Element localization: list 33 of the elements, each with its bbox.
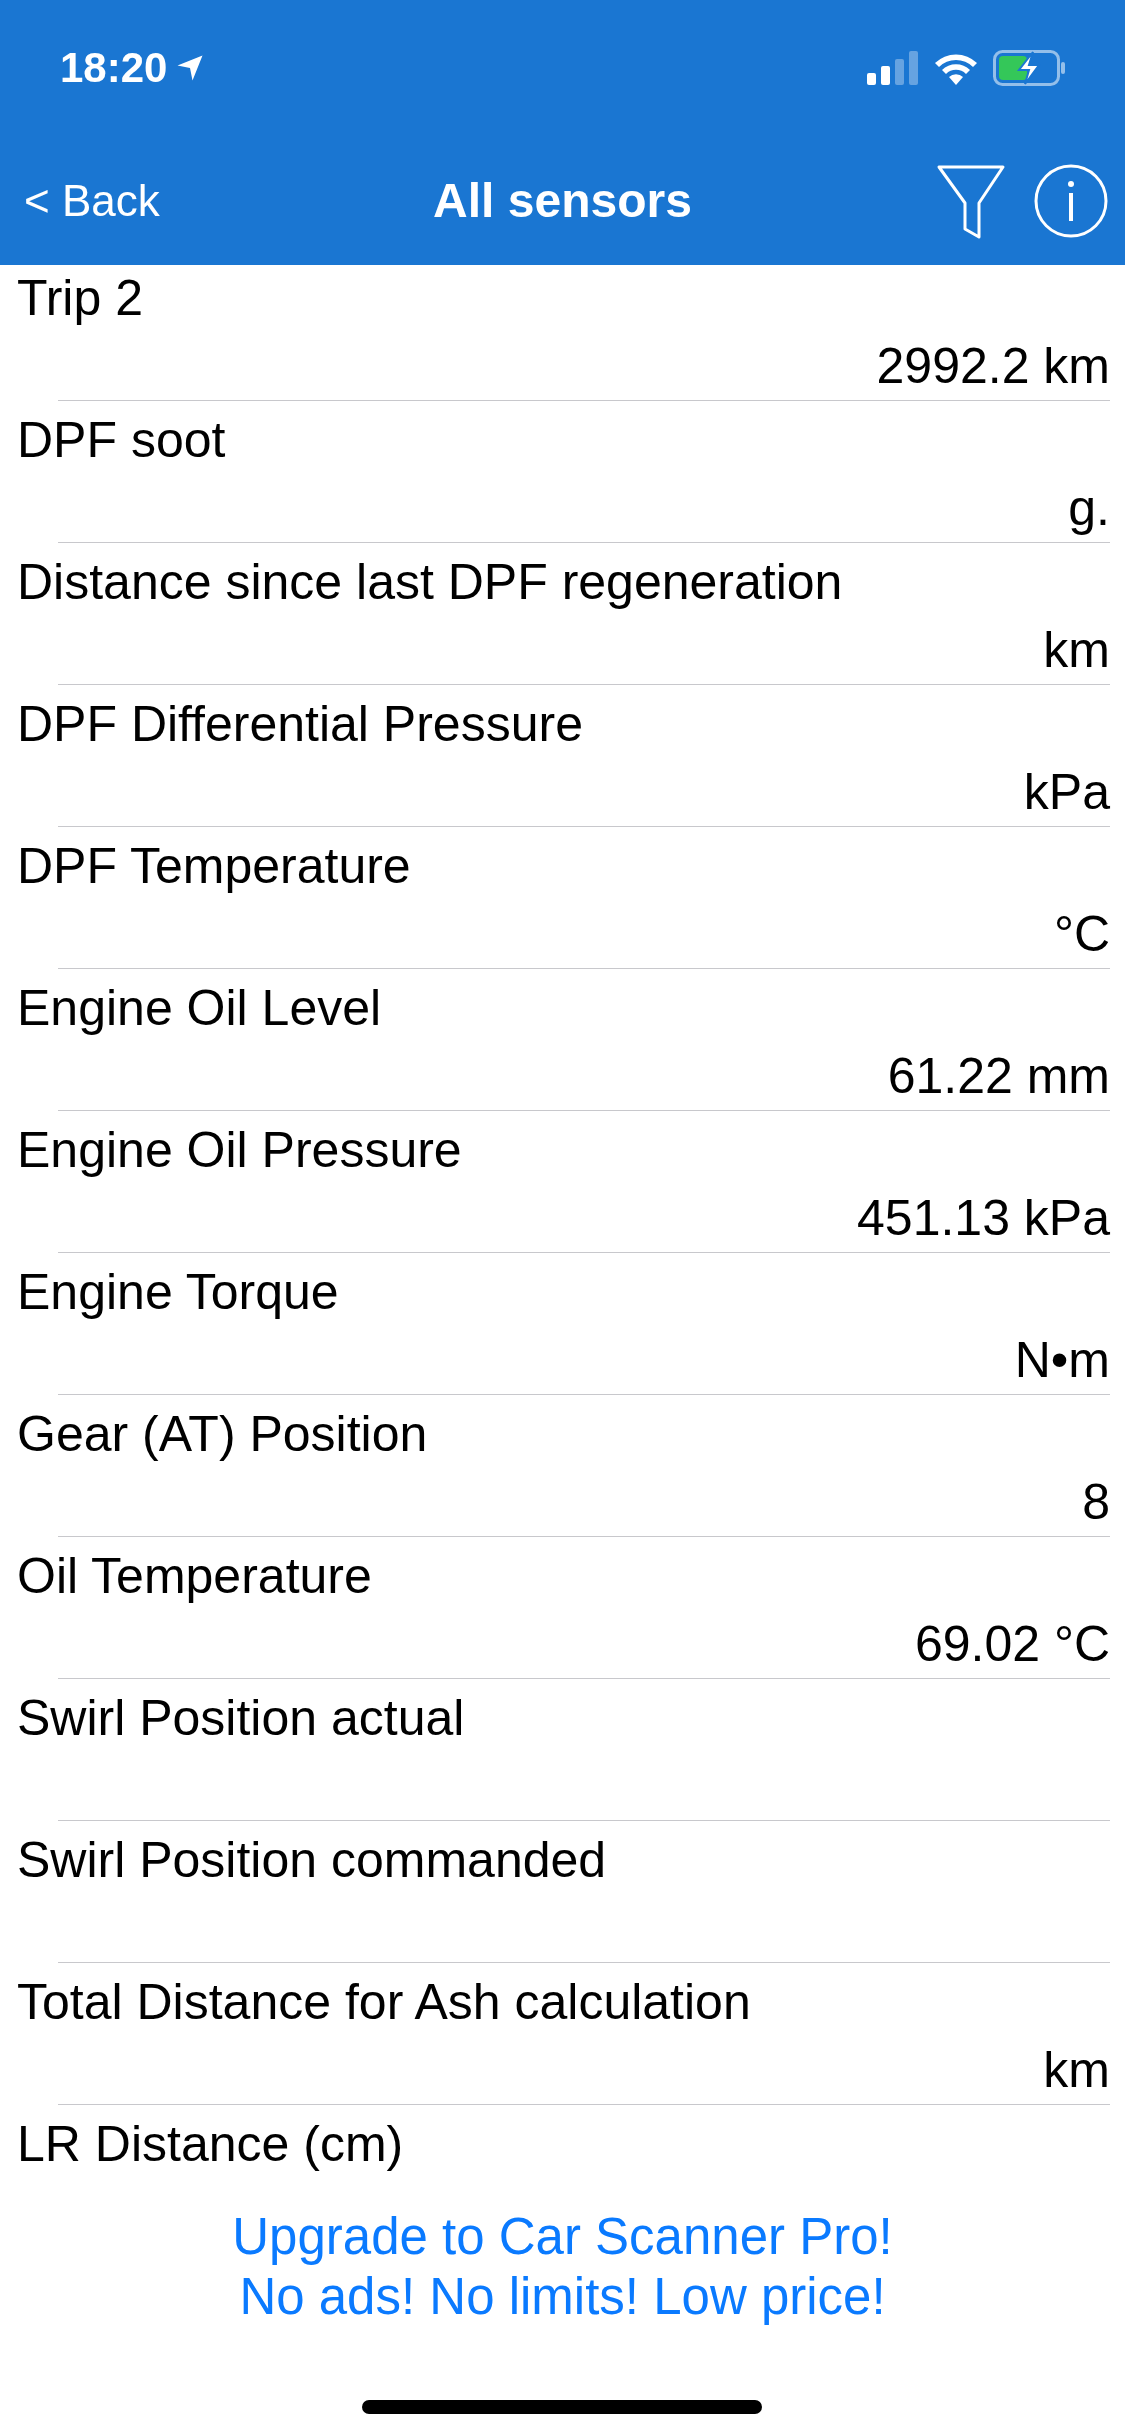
sensor-value: km xyxy=(1043,2041,1110,2100)
info-icon[interactable] xyxy=(1033,162,1109,239)
upgrade-link[interactable]: Upgrade to Car Scanner Pro! No ads! No limits! Low price! xyxy=(232,2207,893,2327)
sensor-value: °C xyxy=(1053,905,1110,964)
sensor-value: 8 xyxy=(1082,1473,1110,1532)
sensor-value: g. xyxy=(1068,479,1110,538)
status-time: 18:20 xyxy=(60,44,168,92)
wifi-icon xyxy=(933,51,979,85)
sensor-name: Swirl Position actual xyxy=(17,1689,466,1748)
sensor-value: 2992.2 km xyxy=(876,337,1110,396)
screen-title: All sensors xyxy=(433,173,692,228)
sensor-name: Engine Oil Level xyxy=(17,979,383,1038)
sensor-name: Trip 2 xyxy=(17,269,144,328)
sensor-name: Engine Torque xyxy=(17,1263,340,1322)
signal-icon xyxy=(867,51,919,85)
sensor-name: Total Distance for Ash calculation xyxy=(17,1973,752,2032)
back-button[interactable]: < Back xyxy=(24,175,160,226)
sensor-name: Oil Temperature xyxy=(17,1547,373,1606)
sensor-value: km xyxy=(1043,621,1110,680)
sensor-name: Swirl Position commanded xyxy=(17,1831,608,1890)
sensor-value: kPa xyxy=(1023,763,1110,822)
sensor-name: Distance since last DPF regeneration xyxy=(17,553,844,612)
sensor-name: Gear (AT) Position xyxy=(17,1405,429,1464)
sensor-name: DPF Differential Pressure xyxy=(17,695,584,754)
battery-charging-icon xyxy=(993,50,1067,86)
sensor-value: 61.22 mm xyxy=(887,1047,1110,1106)
sensor-value: 451.13 kPa xyxy=(857,1189,1110,1248)
sensor-value: N•m xyxy=(1014,1331,1110,1390)
sensor-name: DPF Temperature xyxy=(17,837,412,896)
sensor-value: 69.02 °C xyxy=(914,1615,1110,1674)
sensor-name: LR Distance (cm) xyxy=(17,2115,405,2174)
sensor-name: DPF soot xyxy=(17,411,227,470)
sensor-name: Engine Oil Pressure xyxy=(17,1121,463,1180)
